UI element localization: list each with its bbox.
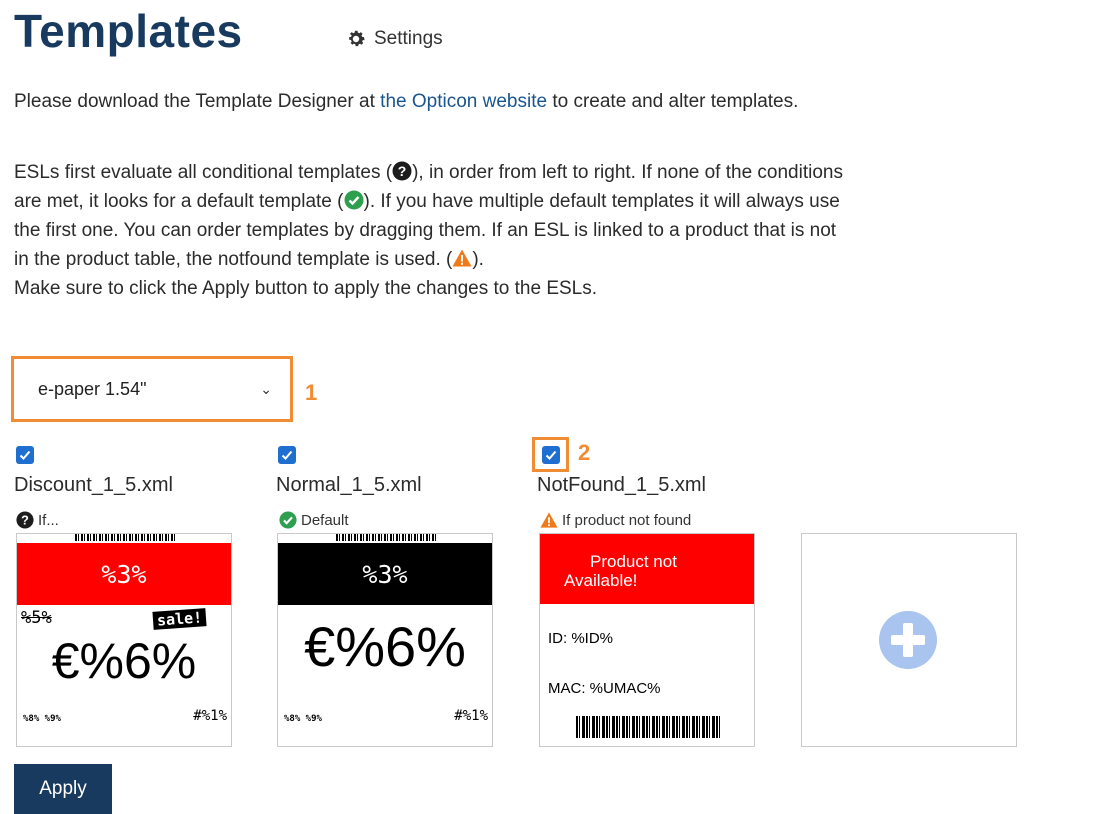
template-filename: NotFound_1_5.xml	[537, 474, 706, 496]
plus-circle-icon	[879, 611, 937, 669]
check-circle-icon	[344, 190, 363, 210]
checkbox-check-icon	[19, 450, 31, 460]
text-segment: ), in order from left to right. If none …	[412, 162, 843, 183]
footer-right: #%1%	[454, 708, 488, 724]
opticon-website-link[interactable]: the Opticon website	[380, 91, 547, 112]
question-circle-icon: ?	[16, 511, 34, 529]
band-line-1: Product not	[590, 552, 677, 571]
band-text: %3%	[101, 559, 147, 589]
template-status: ? If...	[16, 511, 59, 529]
status-label: If product not found	[562, 511, 692, 529]
barcode	[75, 534, 175, 541]
old-price: %5%	[21, 608, 52, 628]
template-card-discount[interactable]: %3% %5% sale! €%6% %8% %9% #%1%	[16, 533, 232, 747]
price-band: Product not Available!	[540, 534, 754, 604]
band-text: %3%	[362, 559, 408, 589]
template-filename: Normal_1_5.xml	[276, 474, 422, 496]
status-label: Default	[301, 511, 349, 529]
template-card-notfound[interactable]: Product not Available! ID: %ID% MAC: %UM…	[539, 533, 755, 747]
download-instructions: Please download the Template Designer at…	[14, 87, 798, 116]
add-template-card[interactable]	[801, 533, 1017, 747]
template-card-normal[interactable]: %3% €%6% %8% %9% #%1%	[277, 533, 493, 747]
price-band: %3%	[17, 543, 231, 605]
checkbox-check-icon	[281, 450, 293, 460]
sale-badge: sale!	[152, 608, 207, 630]
barcode	[576, 716, 720, 738]
text-segment: ).	[472, 249, 484, 270]
text-segment: are met, it looks for a default template…	[14, 191, 344, 212]
text-segment: ). If you have multiple default template…	[363, 191, 840, 212]
template-checkbox-discount[interactable]	[16, 446, 34, 464]
gear-icon	[349, 30, 365, 47]
template-checkbox-notfound[interactable]	[541, 445, 560, 464]
checkbox-highlight	[532, 437, 569, 472]
barcode	[336, 534, 436, 541]
page-title: Templates	[14, 5, 243, 57]
footer-left: %8% %9%	[284, 714, 322, 724]
svg-text:?: ?	[21, 514, 29, 528]
apply-button[interactable]: Apply	[14, 764, 112, 814]
download-text-post: to create and alter templates.	[547, 91, 799, 112]
footer-left: %8% %9%	[23, 714, 61, 724]
explanation-line-1: ESLs first evaluate all conditional temp…	[14, 158, 843, 187]
mac-line: MAC: %UMAC%	[548, 680, 661, 697]
explanation-line-4: in the product table, the notfound templ…	[14, 245, 843, 274]
template-checkbox-normal[interactable]	[278, 446, 296, 464]
svg-text:?: ?	[398, 163, 407, 179]
download-text-pre: Please download the Template Designer at	[14, 91, 381, 112]
text-segment: ESLs first evaluate all conditional temp…	[14, 162, 393, 183]
price-band: %3%	[278, 543, 492, 605]
template-filename: Discount_1_5.xml	[14, 474, 173, 496]
annotation-marker-2: 2	[578, 440, 591, 465]
display-type-select-highlight: e-paper 1.54" ⌄	[11, 356, 293, 422]
template-status: Default	[279, 511, 349, 529]
id-line: ID: %ID%	[548, 630, 614, 647]
chevron-down-icon: ⌄	[260, 380, 272, 397]
settings-label: Settings	[374, 28, 443, 49]
status-label: If...	[38, 511, 59, 529]
price: €%6%	[51, 633, 197, 689]
template-status: If product not found	[540, 511, 691, 529]
display-type-select[interactable]: e-paper 1.54" ⌄	[16, 361, 288, 417]
band-line-2: Available!	[564, 571, 638, 590]
warning-triangle-icon	[540, 512, 558, 528]
explanation-line-3: the first one. You can order templates b…	[14, 220, 837, 241]
check-circle-icon	[279, 511, 297, 529]
footer-right: #%1%	[193, 708, 227, 724]
settings-link[interactable]: Settings	[345, 28, 443, 50]
warning-triangle-icon	[452, 249, 472, 267]
explanation-line-2: are met, it looks for a default template…	[14, 187, 843, 216]
price: €%6%	[304, 615, 466, 678]
text-segment: in the product table, the notfound templ…	[14, 249, 453, 270]
checkbox-check-icon	[545, 450, 556, 460]
evaluation-explanation: ESLs first evaluate all conditional temp…	[14, 158, 843, 303]
question-circle-icon: ?	[392, 161, 412, 181]
annotation-marker-1: 1	[305, 380, 318, 405]
display-type-value: e-paper 1.54"	[38, 378, 147, 399]
explanation-line-5: Make sure to click the Apply button to a…	[14, 278, 598, 299]
